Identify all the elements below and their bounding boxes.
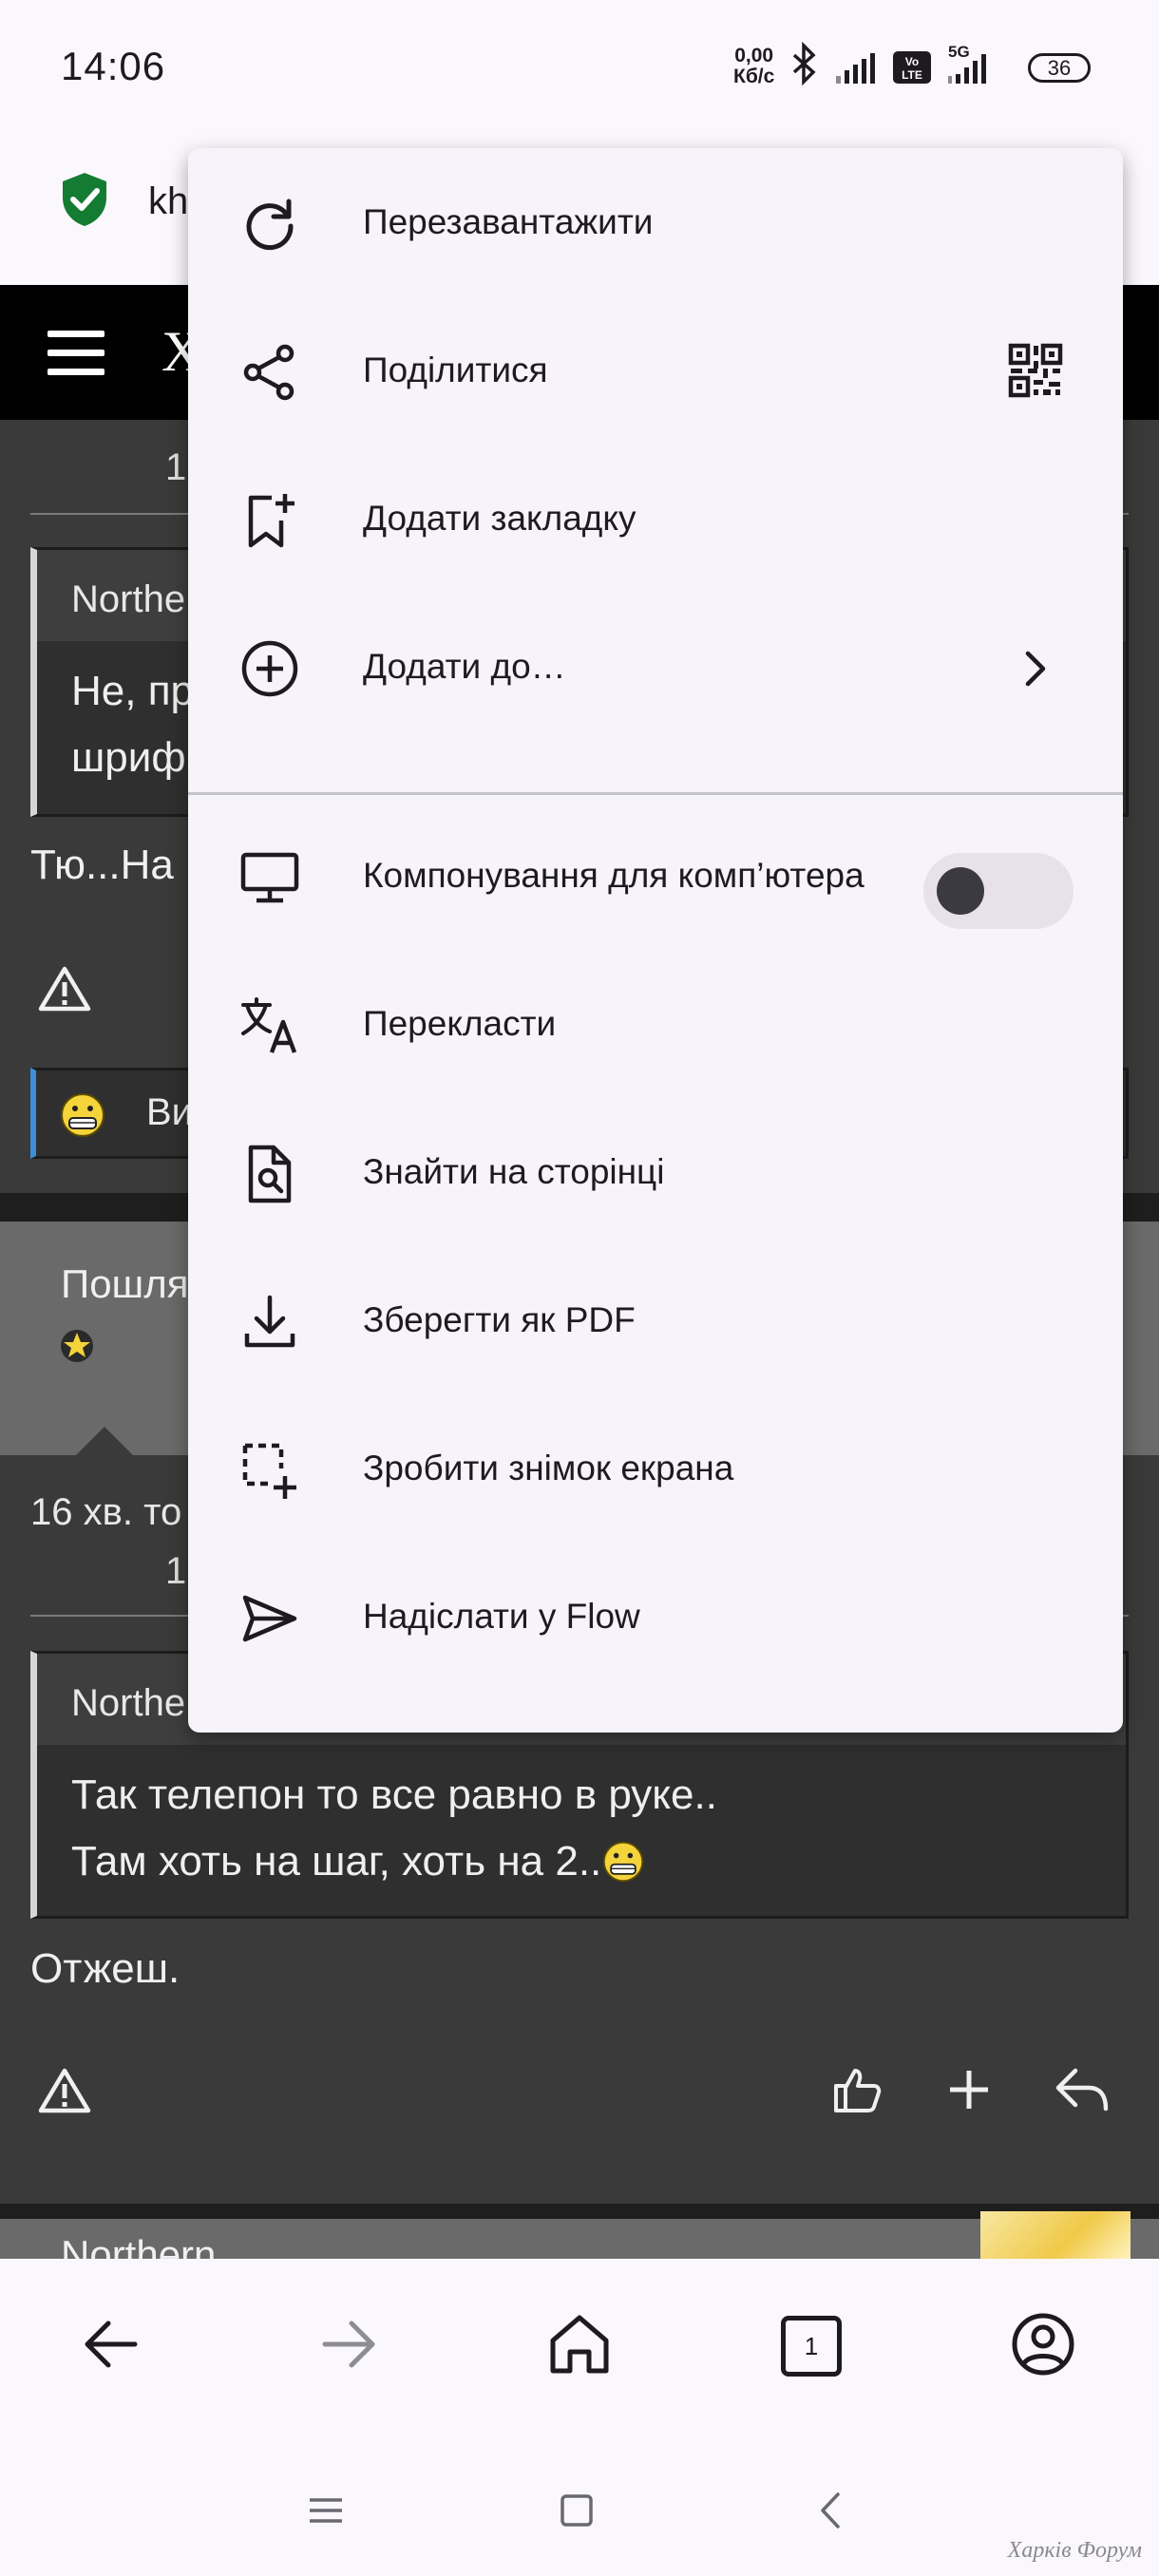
menu-item-add-to[interactable]: Додати до… (188, 593, 1123, 741)
author-name[interactable]: Пошля (61, 1261, 189, 1307)
post-text: Тю...На (30, 842, 174, 888)
share-icon (243, 344, 294, 401)
system-navigation-bar (0, 2430, 1159, 2576)
menu-item-label: Додати до… (363, 647, 566, 686)
author-name[interactable]: Northern (61, 2232, 216, 2259)
post-number: 1 (165, 1550, 187, 1592)
recent-apps-icon[interactable] (302, 2487, 350, 2534)
like-icon[interactable] (830, 2063, 884, 2116)
url-text[interactable]: kh (148, 180, 188, 223)
screenshot-icon (242, 1443, 296, 1499)
home-button-icon[interactable] (553, 2487, 600, 2534)
menu-item-save-pdf[interactable]: Зберегти як PDF (188, 1246, 1123, 1394)
signal-5g-icon: 5G (948, 43, 986, 84)
star-badge-icon (61, 1330, 93, 1362)
bookmark-add-icon (248, 494, 294, 548)
tab-switcher-button[interactable]: 1 (781, 2316, 842, 2377)
menu-item-label: Компонування для комп’ютера (363, 856, 864, 895)
home-icon[interactable] (540, 2304, 619, 2384)
menu-item-label: Зберегти як PDF (363, 1300, 636, 1339)
grin-emoji-icon (61, 1093, 104, 1137)
status-icons: Vo LTE 5G (792, 42, 986, 86)
chevron-right-icon (1025, 651, 1046, 687)
browser-toolbar (0, 2259, 1159, 2430)
desktop-icon (240, 852, 299, 903)
menu-item-label: Перезавантажити (363, 202, 654, 241)
menu-item-reload[interactable]: Перезавантажити (188, 148, 1123, 296)
reload-icon (246, 199, 294, 251)
menu-item-label: Знайти на сторінці (363, 1152, 665, 1191)
security-shield-icon[interactable] (59, 171, 110, 228)
battery-icon: 36 (1028, 53, 1091, 83)
post-time[interactable]: 16 хв. то (30, 1491, 181, 1534)
menu-item-label: Зробити знімок екрана (363, 1449, 734, 1487)
menu-divider (188, 792, 1123, 795)
quote-text: Так телепон то все равно в руке.. Там хо… (37, 1745, 1126, 1895)
watermark: Харків Форум (1007, 2538, 1142, 2563)
find-in-page-icon (248, 1145, 292, 1203)
signal-icon (836, 53, 875, 84)
volte-icon: Vo LTE (893, 51, 931, 84)
menu-item-send-to-flow[interactable]: Надіслати у Flow (188, 1543, 1123, 1691)
svg-text:5G: 5G (948, 43, 970, 61)
grin-emoji-icon (603, 1841, 644, 1883)
overflow-menu: Перезавантажити Поділитися Додати заклад… (188, 148, 1123, 1733)
translate-icon (241, 997, 297, 1053)
menu-item-add-bookmark[interactable]: Додати закладку (188, 445, 1123, 593)
download-icon (244, 1295, 295, 1348)
report-warning-icon[interactable] (38, 965, 91, 1013)
speech-pointer (76, 1427, 133, 1455)
network-speed-value: 0,00 (734, 45, 774, 66)
back-button-icon[interactable] (808, 2487, 855, 2534)
menu-item-label: Додати закладку (363, 499, 636, 538)
report-warning-icon[interactable] (38, 2067, 91, 2114)
reaction-text: Ви (146, 1091, 194, 1133)
menu-item-label: Поділитися (363, 350, 548, 389)
menu-item-find-in-page[interactable]: Знайти на сторінці (188, 1098, 1123, 1246)
qr-code-icon[interactable] (1005, 340, 1066, 401)
menu-item-label: Надіслати у Flow (363, 1597, 640, 1636)
svg-text:LTE: LTE (902, 68, 922, 82)
account-icon[interactable] (1003, 2304, 1083, 2384)
reply-icon[interactable] (1053, 2063, 1112, 2116)
back-arrow-icon[interactable] (74, 2304, 154, 2384)
quote-line: Так телепон то все равно в руке.. (71, 1771, 717, 1818)
post-number: 1 (165, 446, 187, 488)
author-panel: Northern (0, 2211, 1159, 2259)
bluetooth-icon (792, 42, 816, 86)
add-circle-icon (241, 640, 298, 697)
svg-text:Vo: Vo (905, 55, 919, 68)
forward-arrow-icon[interactable] (306, 2304, 386, 2384)
send-icon (242, 1595, 297, 1642)
hamburger-menu-icon[interactable] (48, 331, 104, 376)
status-bar: 14:06 0,00 Кб/с Vo LTE 5G 36 (0, 0, 1159, 133)
desktop-site-toggle[interactable] (923, 853, 1074, 929)
post-text: Отжеш. (30, 1945, 180, 1992)
menu-item-translate[interactable]: Перекласти (188, 950, 1123, 1098)
menu-item-desktop-site[interactable]: Компонування для комп’ютера (188, 802, 1123, 950)
quote-line: Там хоть на шаг, хоть на 2.. (71, 1838, 602, 1885)
add-icon[interactable] (944, 2065, 994, 2114)
menu-item-label: Перекласти (363, 1004, 557, 1043)
avatar-image[interactable] (980, 2211, 1130, 2259)
menu-item-screenshot[interactable]: Зробити знімок екрана (188, 1394, 1123, 1543)
menu-item-share[interactable]: Поділитися (188, 296, 1123, 445)
status-time: 14:06 (61, 44, 166, 88)
network-speed-unit: Кб/с (733, 66, 775, 87)
toggle-knob (937, 867, 984, 915)
network-speed: 0,00 Кб/с (733, 46, 774, 87)
